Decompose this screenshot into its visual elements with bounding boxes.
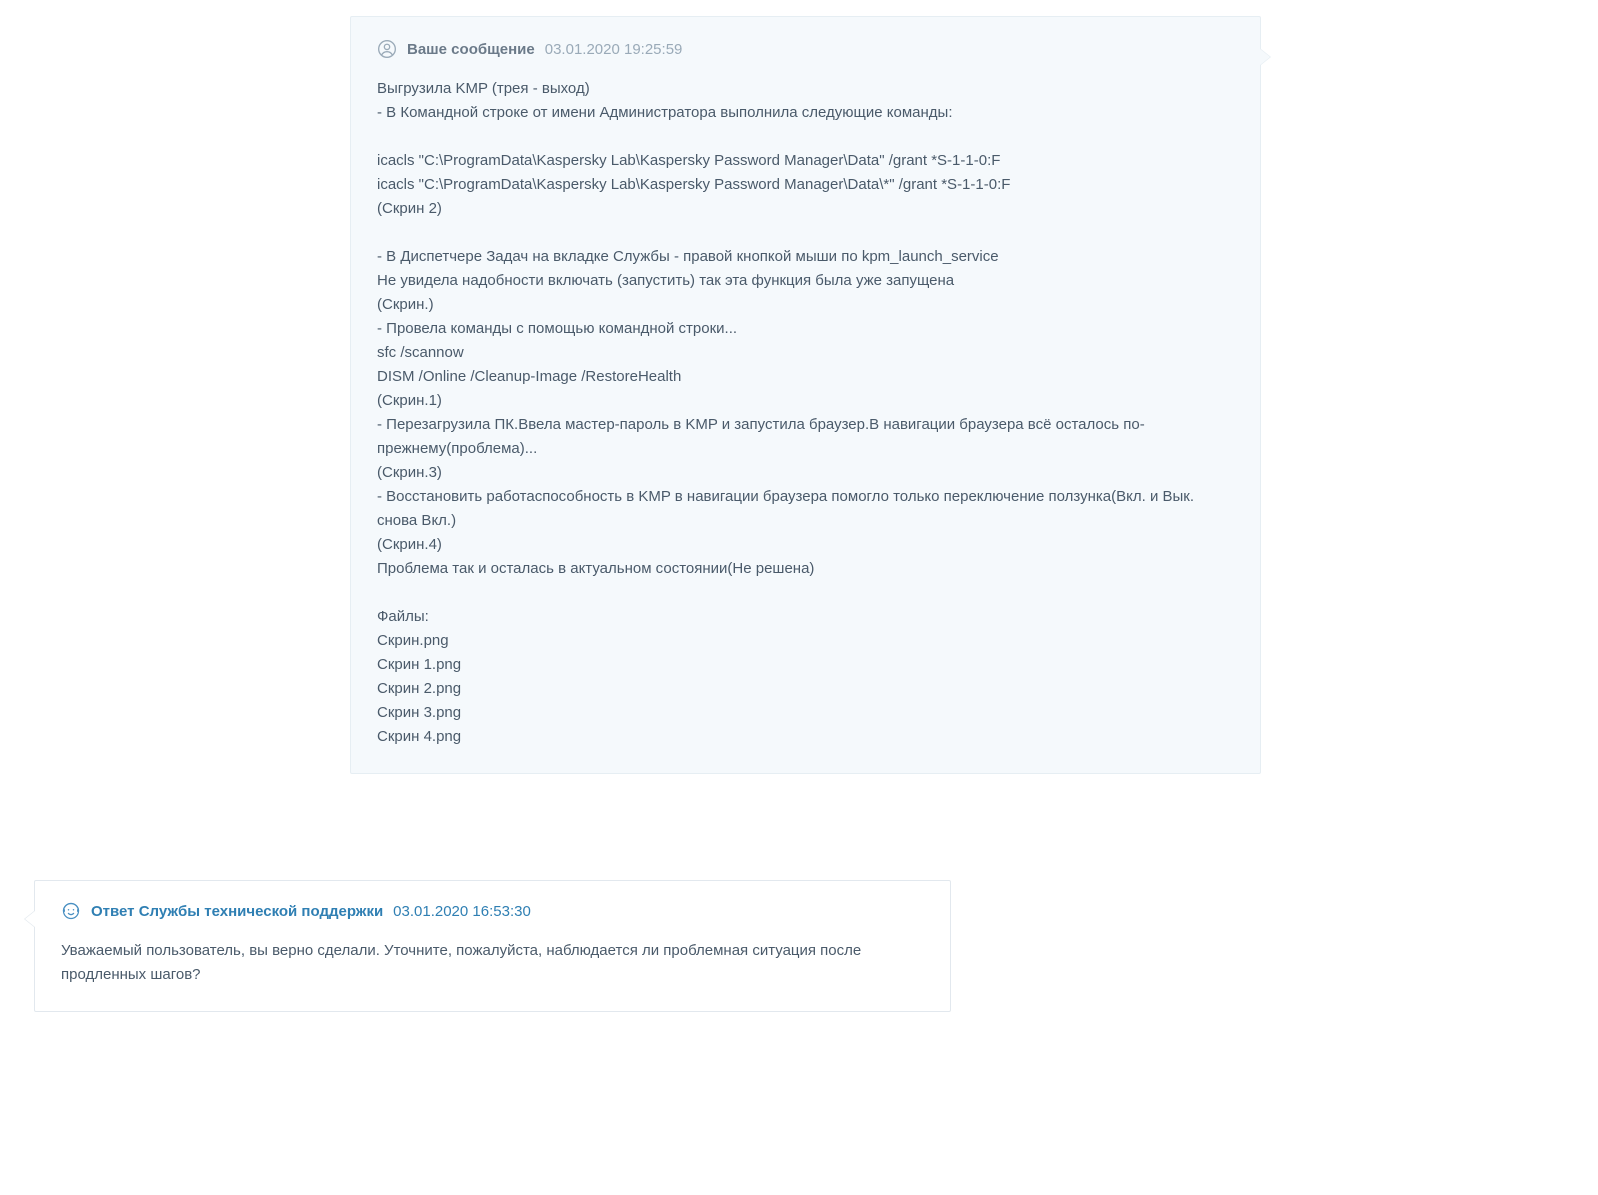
user-message-author: Ваше сообщение bbox=[407, 41, 535, 58]
speech-pointer-right bbox=[1260, 49, 1270, 65]
user-message-card: Ваше сообщение 03.01.2020 19:25:59 Выгру… bbox=[350, 16, 1261, 774]
conversation-thread: Ваше сообщение 03.01.2020 19:25:59 Выгру… bbox=[0, 0, 1598, 1195]
support-message-body: Уважаемый пользователь, вы верно сделали… bbox=[61, 939, 924, 987]
support-agent-icon bbox=[61, 901, 81, 921]
user-message-timestamp: 03.01.2020 19:25:59 bbox=[545, 41, 683, 58]
support-message-author: Ответ Службы технической поддержки bbox=[91, 903, 383, 920]
user-message-body: Выгрузила KMP (трея - выход) - В Командн… bbox=[377, 77, 1234, 749]
user-message-header: Ваше сообщение 03.01.2020 19:25:59 bbox=[377, 39, 1234, 59]
support-message-card: Ответ Службы технической поддержки 03.01… bbox=[34, 880, 951, 1012]
speech-pointer-left bbox=[25, 911, 35, 927]
user-avatar-icon bbox=[377, 39, 397, 59]
support-message-timestamp: 03.01.2020 16:53:30 bbox=[393, 903, 531, 920]
support-message-header: Ответ Службы технической поддержки 03.01… bbox=[61, 901, 924, 921]
